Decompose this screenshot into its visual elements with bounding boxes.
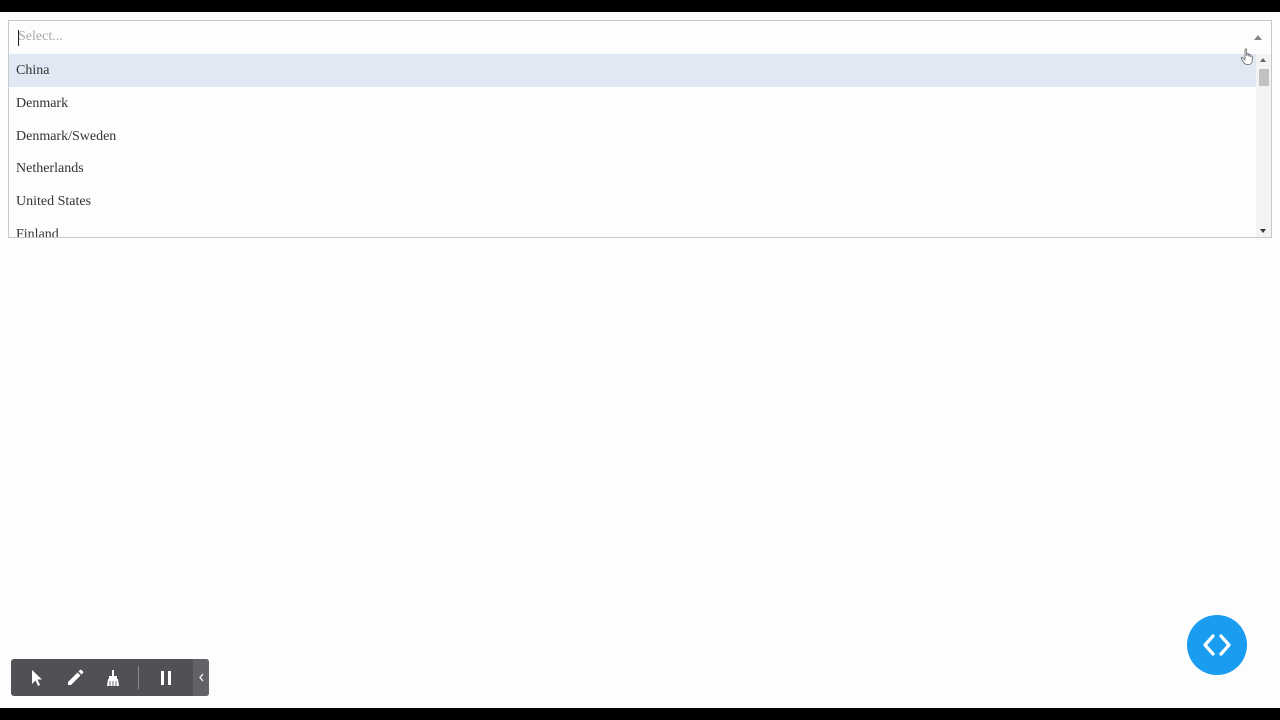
- clear-tool-button[interactable]: [94, 659, 132, 696]
- menu-scrollbar[interactable]: [1256, 54, 1271, 237]
- hand-cursor-icon: [1240, 48, 1253, 65]
- scroll-up-arrow-icon[interactable]: [1260, 58, 1266, 62]
- pointer-icon: [32, 669, 42, 686]
- scroll-thumb[interactable]: [1259, 69, 1269, 86]
- option-finland[interactable]: Finland: [9, 218, 1256, 237]
- pencil-icon: [68, 669, 84, 685]
- toolbar-divider: [138, 666, 139, 689]
- code-toggle-button[interactable]: [1187, 615, 1247, 675]
- select-menu: China Denmark Denmark/Sweden Netherlands…: [9, 54, 1256, 237]
- text-caret: [18, 30, 19, 46]
- option-denmark-sweden[interactable]: Denmark/Sweden: [9, 120, 1256, 153]
- option-denmark[interactable]: Denmark: [9, 87, 1256, 120]
- page-viewport: China Denmark Denmark/Sweden Netherlands…: [0, 12, 1280, 708]
- annotation-toolbar: [11, 659, 209, 696]
- code-brackets-icon: [1203, 634, 1231, 656]
- toolbar-collapse-button[interactable]: [193, 659, 209, 696]
- scroll-down-arrow-icon[interactable]: [1260, 229, 1266, 233]
- pause-button[interactable]: [147, 659, 185, 696]
- select-control[interactable]: [9, 21, 1271, 55]
- chevron-up-icon[interactable]: [1254, 35, 1262, 40]
- select-tool-button[interactable]: [18, 659, 56, 696]
- select-search-input[interactable]: [18, 27, 1218, 47]
- chevron-left-icon: [199, 673, 204, 682]
- pause-icon: [161, 670, 171, 685]
- broom-icon: [107, 669, 119, 686]
- option-united-states[interactable]: United States: [9, 185, 1256, 218]
- country-select[interactable]: China Denmark Denmark/Sweden Netherlands…: [8, 20, 1272, 238]
- option-china[interactable]: China: [9, 54, 1256, 87]
- draw-tool-button[interactable]: [56, 659, 94, 696]
- option-netherlands[interactable]: Netherlands: [9, 152, 1256, 185]
